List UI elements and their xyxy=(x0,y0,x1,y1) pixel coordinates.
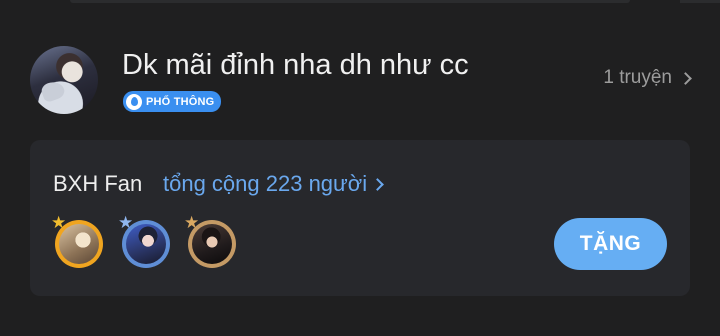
works-link[interactable]: 1 truyện xyxy=(603,67,692,89)
top-divider-right xyxy=(680,0,720,3)
fan-ranking-title: BXH Fan xyxy=(53,171,143,196)
level-drop-icon xyxy=(126,93,142,110)
top-divider xyxy=(70,0,630,3)
gift-button[interactable]: TẶNG xyxy=(554,218,667,270)
author-avatar[interactable] xyxy=(30,46,98,114)
level-badge: PHỔ THÔNG xyxy=(123,91,222,112)
crown-icon: ★ xyxy=(51,213,67,232)
chevron-right-icon xyxy=(679,71,692,85)
crown-icon: ★ xyxy=(118,213,134,232)
top-fan-avatar-3[interactable]: ★ xyxy=(184,214,236,268)
fan-ranking-card: BXH Fan tổng cộng 223 người ★ ★ ★ TẶNG xyxy=(30,140,690,296)
top-fan-avatar-1[interactable]: ★ xyxy=(51,214,103,268)
chevron-right-icon xyxy=(371,177,384,191)
top-fan-avatar-2[interactable]: ★ xyxy=(118,214,170,268)
crown-icon: ★ xyxy=(184,213,200,232)
author-name[interactable]: Dk mãi đỉnh nha dh như cc xyxy=(122,48,469,82)
fan-total-link[interactable]: tổng cộng 223 người xyxy=(163,171,384,197)
author-row[interactable]: Dk mãi đỉnh nha dh như cc PHỔ THÔNG 1 tr… xyxy=(30,44,692,116)
level-badge-label: PHỔ THÔNG xyxy=(146,95,215,108)
fan-total-label: tổng cộng 223 người xyxy=(163,171,368,196)
works-count: 1 truyện xyxy=(603,67,672,88)
